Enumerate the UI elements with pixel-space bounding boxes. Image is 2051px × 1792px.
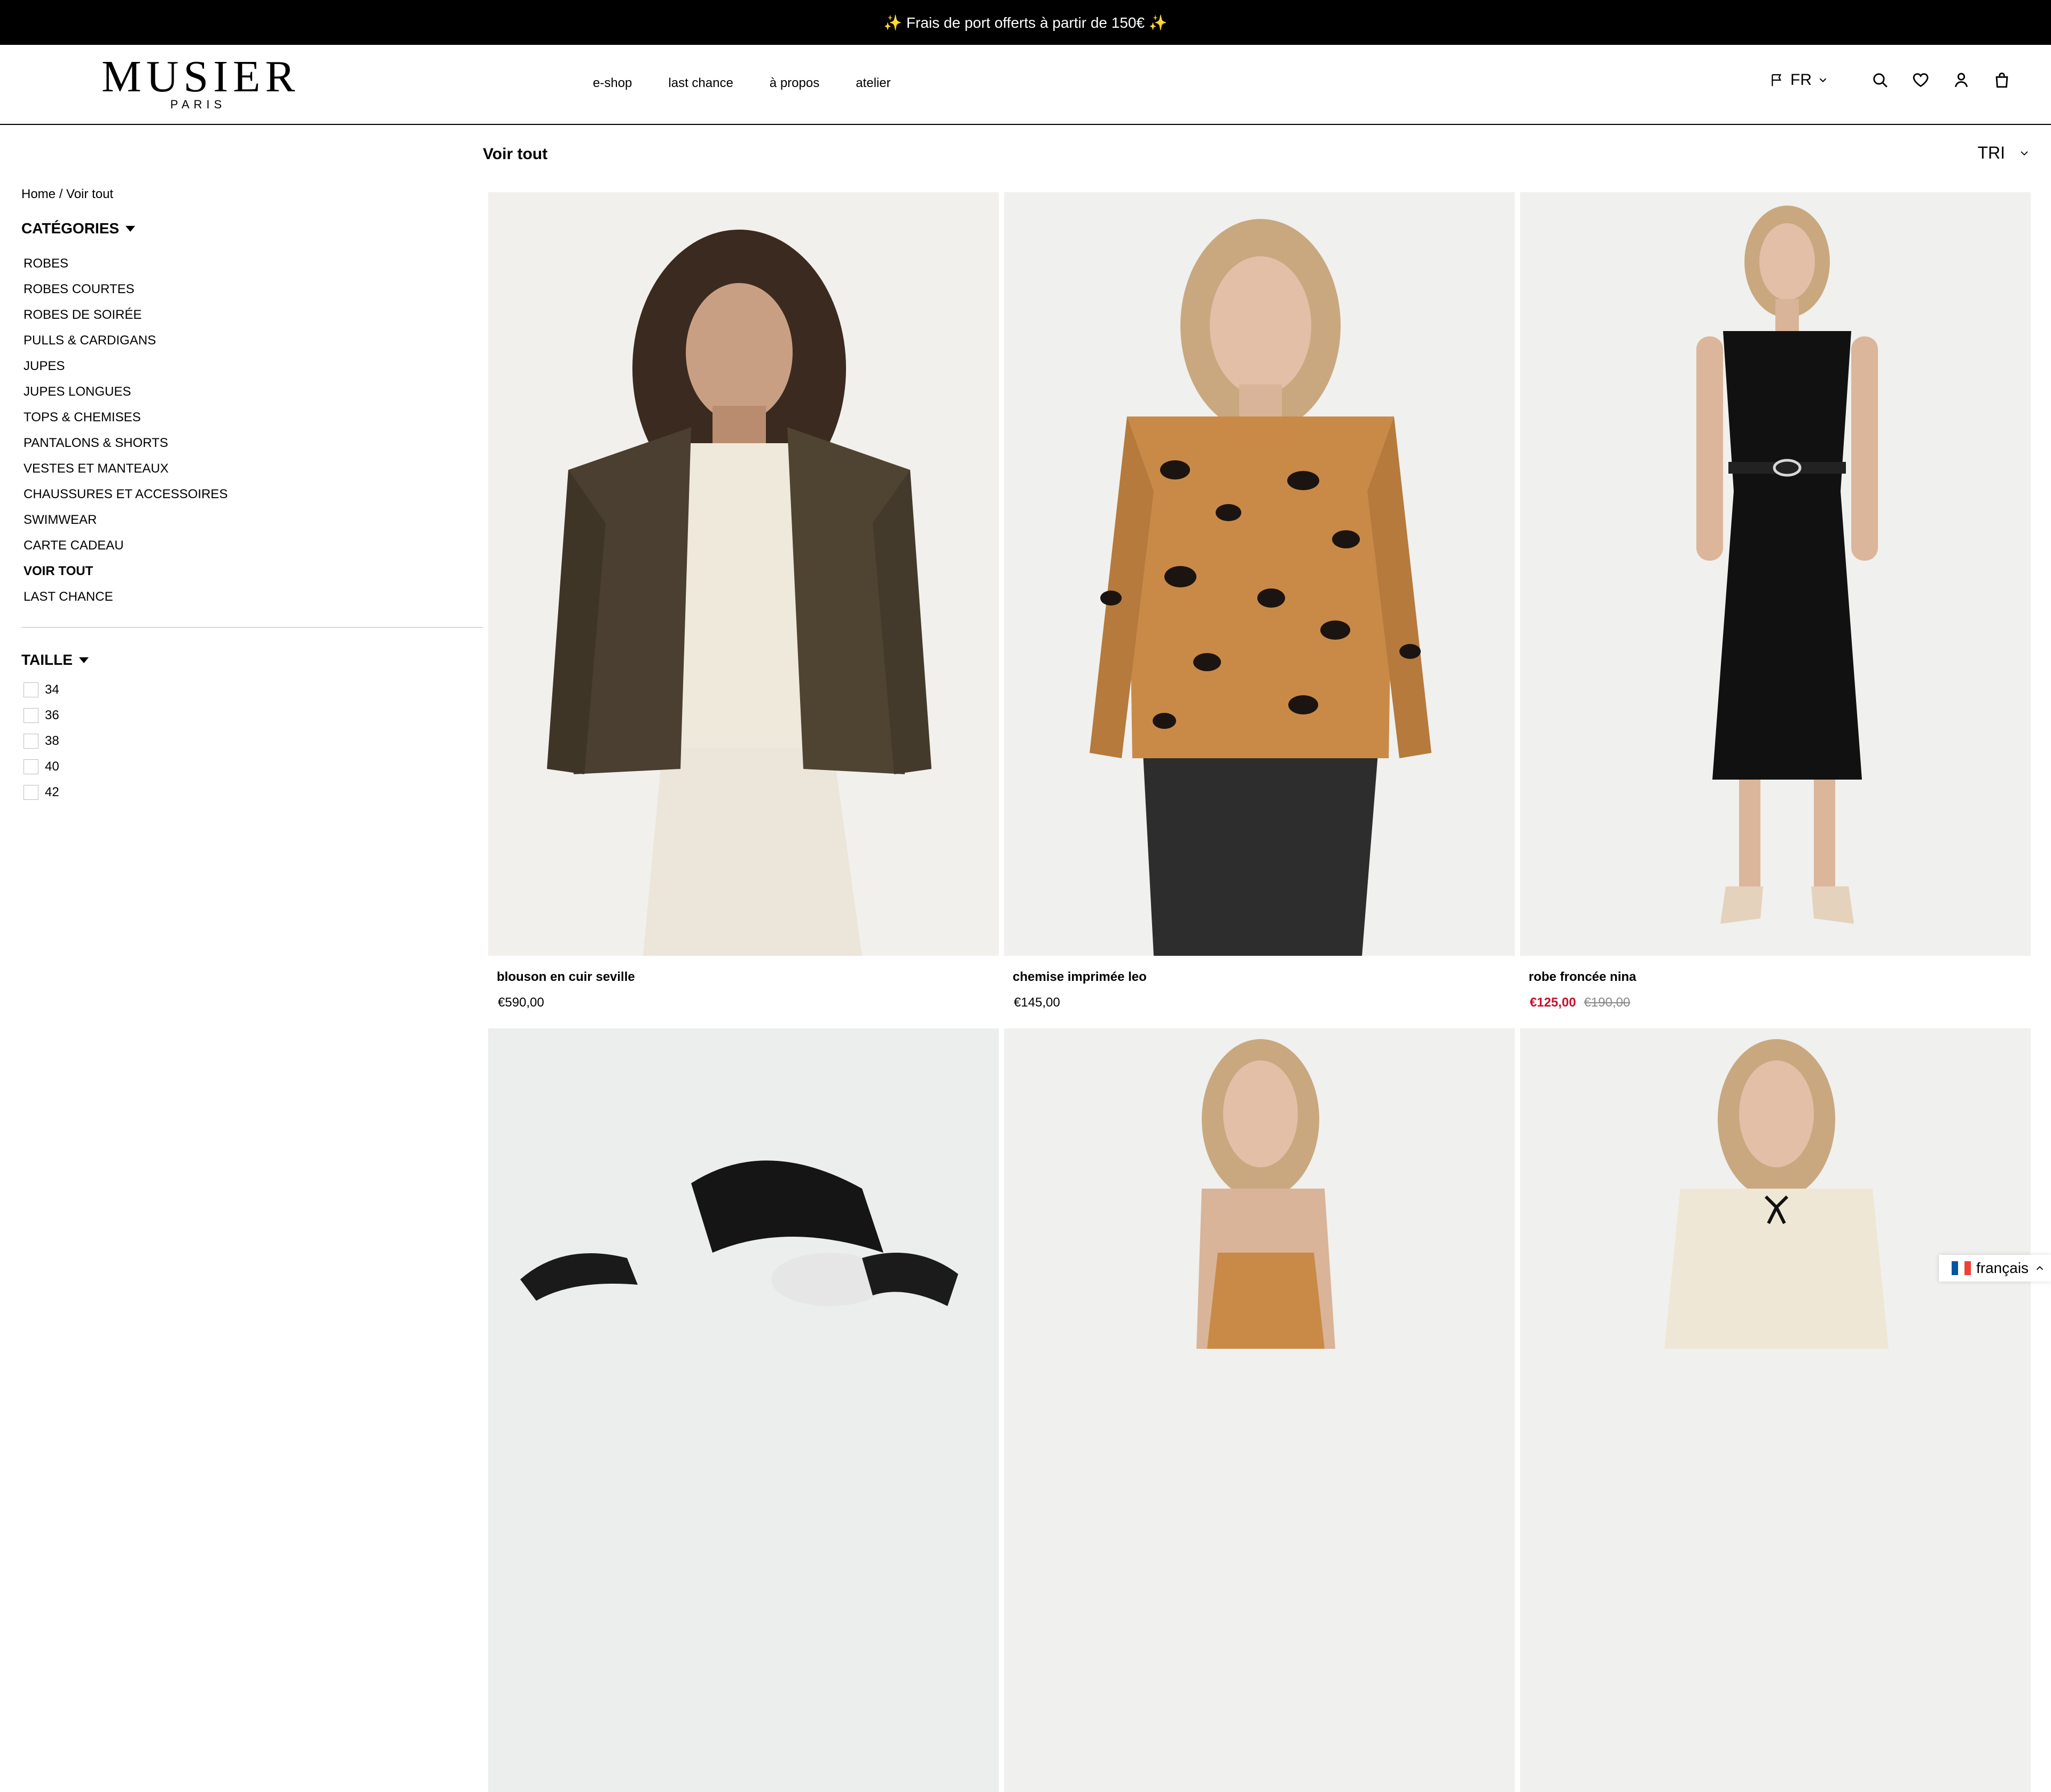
language-switcher[interactable]: français: [1939, 1255, 2051, 1282]
size-option[interactable]: 36: [24, 703, 59, 728]
category-item[interactable]: SWIMWEAR: [24, 507, 228, 533]
size-label: 38: [45, 734, 59, 748]
model-knit-top-image: [1520, 1028, 2031, 1792]
sort-label: TRI: [1977, 143, 2005, 162]
model-leopard-shirt-image: [1004, 192, 1515, 956]
filter-divider: [21, 627, 483, 628]
brand-logo[interactable]: MUSIER PARIS: [101, 52, 300, 111]
size-checkbox[interactable]: [24, 734, 38, 749]
category-item[interactable]: LAST CHANCE: [24, 584, 228, 610]
flag-fr-icon: [1952, 1261, 1971, 1275]
product-image[interactable]: [1520, 192, 2031, 956]
category-item[interactable]: ROBES COURTES: [24, 277, 228, 302]
product-price: €125,00 €190,00: [1530, 995, 2031, 1010]
size-option[interactable]: 42: [24, 780, 59, 805]
product-card[interactable]: chemise imprimée leo €145,00: [1004, 192, 1515, 1010]
size-label: 36: [45, 708, 59, 722]
size-checkbox[interactable]: [24, 682, 38, 697]
size-label: 34: [45, 682, 59, 697]
sort-dropdown[interactable]: TRI: [1977, 143, 2031, 163]
product-name[interactable]: robe froncée nina: [1529, 970, 2031, 985]
product-image[interactable]: [488, 192, 999, 956]
announcement-text: ✨ Frais de port offerts à partir de 150€…: [883, 14, 1168, 31]
black-mules-image: [488, 1028, 999, 1792]
language-name: français: [1976, 1260, 2029, 1276]
chevron-down-icon: [2021, 151, 2028, 155]
cart-button[interactable]: [1991, 69, 2013, 91]
product-name[interactable]: blouson en cuir seville: [497, 970, 999, 985]
product-card[interactable]: [488, 1028, 999, 1792]
category-item[interactable]: CHAUSSURES ET ACCESSOIRES: [24, 482, 228, 507]
category-item[interactable]: JUPES: [24, 353, 228, 379]
chevron-up-icon: [2036, 1266, 2044, 1270]
product-card[interactable]: blouson en cuir seville €590,00: [488, 192, 999, 1010]
nav-eshop[interactable]: e-shop: [593, 76, 632, 91]
bag-icon: [1995, 72, 2008, 88]
size-checkbox[interactable]: [24, 759, 38, 774]
account-button[interactable]: [1951, 69, 1972, 91]
size-title: TAILLE: [21, 651, 73, 668]
announcement-bar: ✨ Frais de port offerts à partir de 150€…: [0, 0, 2051, 45]
caret-down-icon: [79, 657, 89, 663]
size-option[interactable]: 34: [24, 677, 59, 703]
size-checkbox[interactable]: [24, 785, 38, 800]
product-image[interactable]: [1004, 1028, 1515, 1792]
original-price: €190,00: [1584, 995, 1631, 1010]
search-icon: [1873, 73, 1888, 88]
model-leather-jacket-image: [488, 192, 999, 956]
heart-icon: [1913, 73, 1929, 88]
nav-atelier[interactable]: atelier: [856, 76, 890, 91]
search-button[interactable]: [1869, 69, 1891, 91]
nav-a-propos[interactable]: à propos: [770, 76, 819, 91]
product-card[interactable]: [1004, 1028, 1515, 1792]
model-leopard-top-image: [1004, 1028, 1515, 1792]
main-nav: e-shop last chance à propos atelier: [593, 76, 891, 91]
product-image[interactable]: [1004, 192, 1515, 956]
categories-title: CATÉGORIES: [21, 220, 120, 237]
category-list: ROBES ROBES COURTES ROBES DE SOIRÉE PULL…: [24, 251, 228, 610]
category-item[interactable]: VESTES ET MANTEAUX: [24, 456, 228, 482]
category-item[interactable]: ROBES DE SOIRÉE: [24, 302, 228, 328]
nav-last-chance[interactable]: last chance: [668, 76, 733, 91]
product-card[interactable]: robe froncée nina €125,00 €190,00: [1520, 192, 2031, 1010]
product-name[interactable]: chemise imprimée leo: [1013, 970, 1515, 985]
page-title: Voir tout: [483, 145, 548, 163]
category-item[interactable]: CARTE CADEAU: [24, 533, 228, 559]
category-item[interactable]: PANTALONS & SHORTS: [24, 430, 228, 456]
category-item[interactable]: JUPES LONGUES: [24, 379, 228, 405]
categories-filter-toggle[interactable]: CATÉGORIES: [21, 220, 136, 237]
category-item[interactable]: PULLS & CARDIGANS: [24, 328, 228, 353]
product-image[interactable]: [488, 1028, 999, 1792]
size-filter-toggle[interactable]: TAILLE: [21, 651, 89, 669]
brand-name: MUSIER: [101, 52, 300, 101]
chevron-down-icon: [1819, 78, 1827, 83]
header-tools: FR: [1769, 69, 2013, 91]
size-list: 34 36 38 40 42: [24, 677, 59, 805]
product-card[interactable]: [1520, 1028, 2031, 1792]
size-label: 42: [45, 785, 59, 799]
size-checkbox[interactable]: [24, 708, 38, 723]
product-price: €590,00: [498, 995, 544, 1010]
caret-down-icon: [126, 225, 136, 232]
category-item-active[interactable]: VOIR TOUT: [24, 559, 228, 584]
flag-icon: [1772, 74, 1782, 87]
wishlist-button[interactable]: [1910, 69, 1931, 91]
language-code: FR: [1790, 71, 1812, 89]
category-item[interactable]: ROBES: [24, 251, 228, 277]
product-image[interactable]: [1520, 1028, 2031, 1792]
breadcrumb[interactable]: Home / Voir tout: [21, 187, 113, 202]
site-header: MUSIER PARIS e-shop last chance à propos…: [0, 45, 2051, 125]
size-label: 40: [45, 759, 59, 774]
size-option[interactable]: 40: [24, 754, 59, 780]
category-item[interactable]: TOPS & CHEMISES: [24, 405, 228, 430]
model-black-dress-image: [1520, 192, 2031, 956]
sale-price: €125,00: [1530, 995, 1576, 1010]
language-selector[interactable]: FR: [1769, 71, 1829, 89]
product-price: €145,00: [1014, 995, 1060, 1010]
size-option[interactable]: 38: [24, 728, 59, 754]
user-icon: [1954, 73, 1968, 88]
